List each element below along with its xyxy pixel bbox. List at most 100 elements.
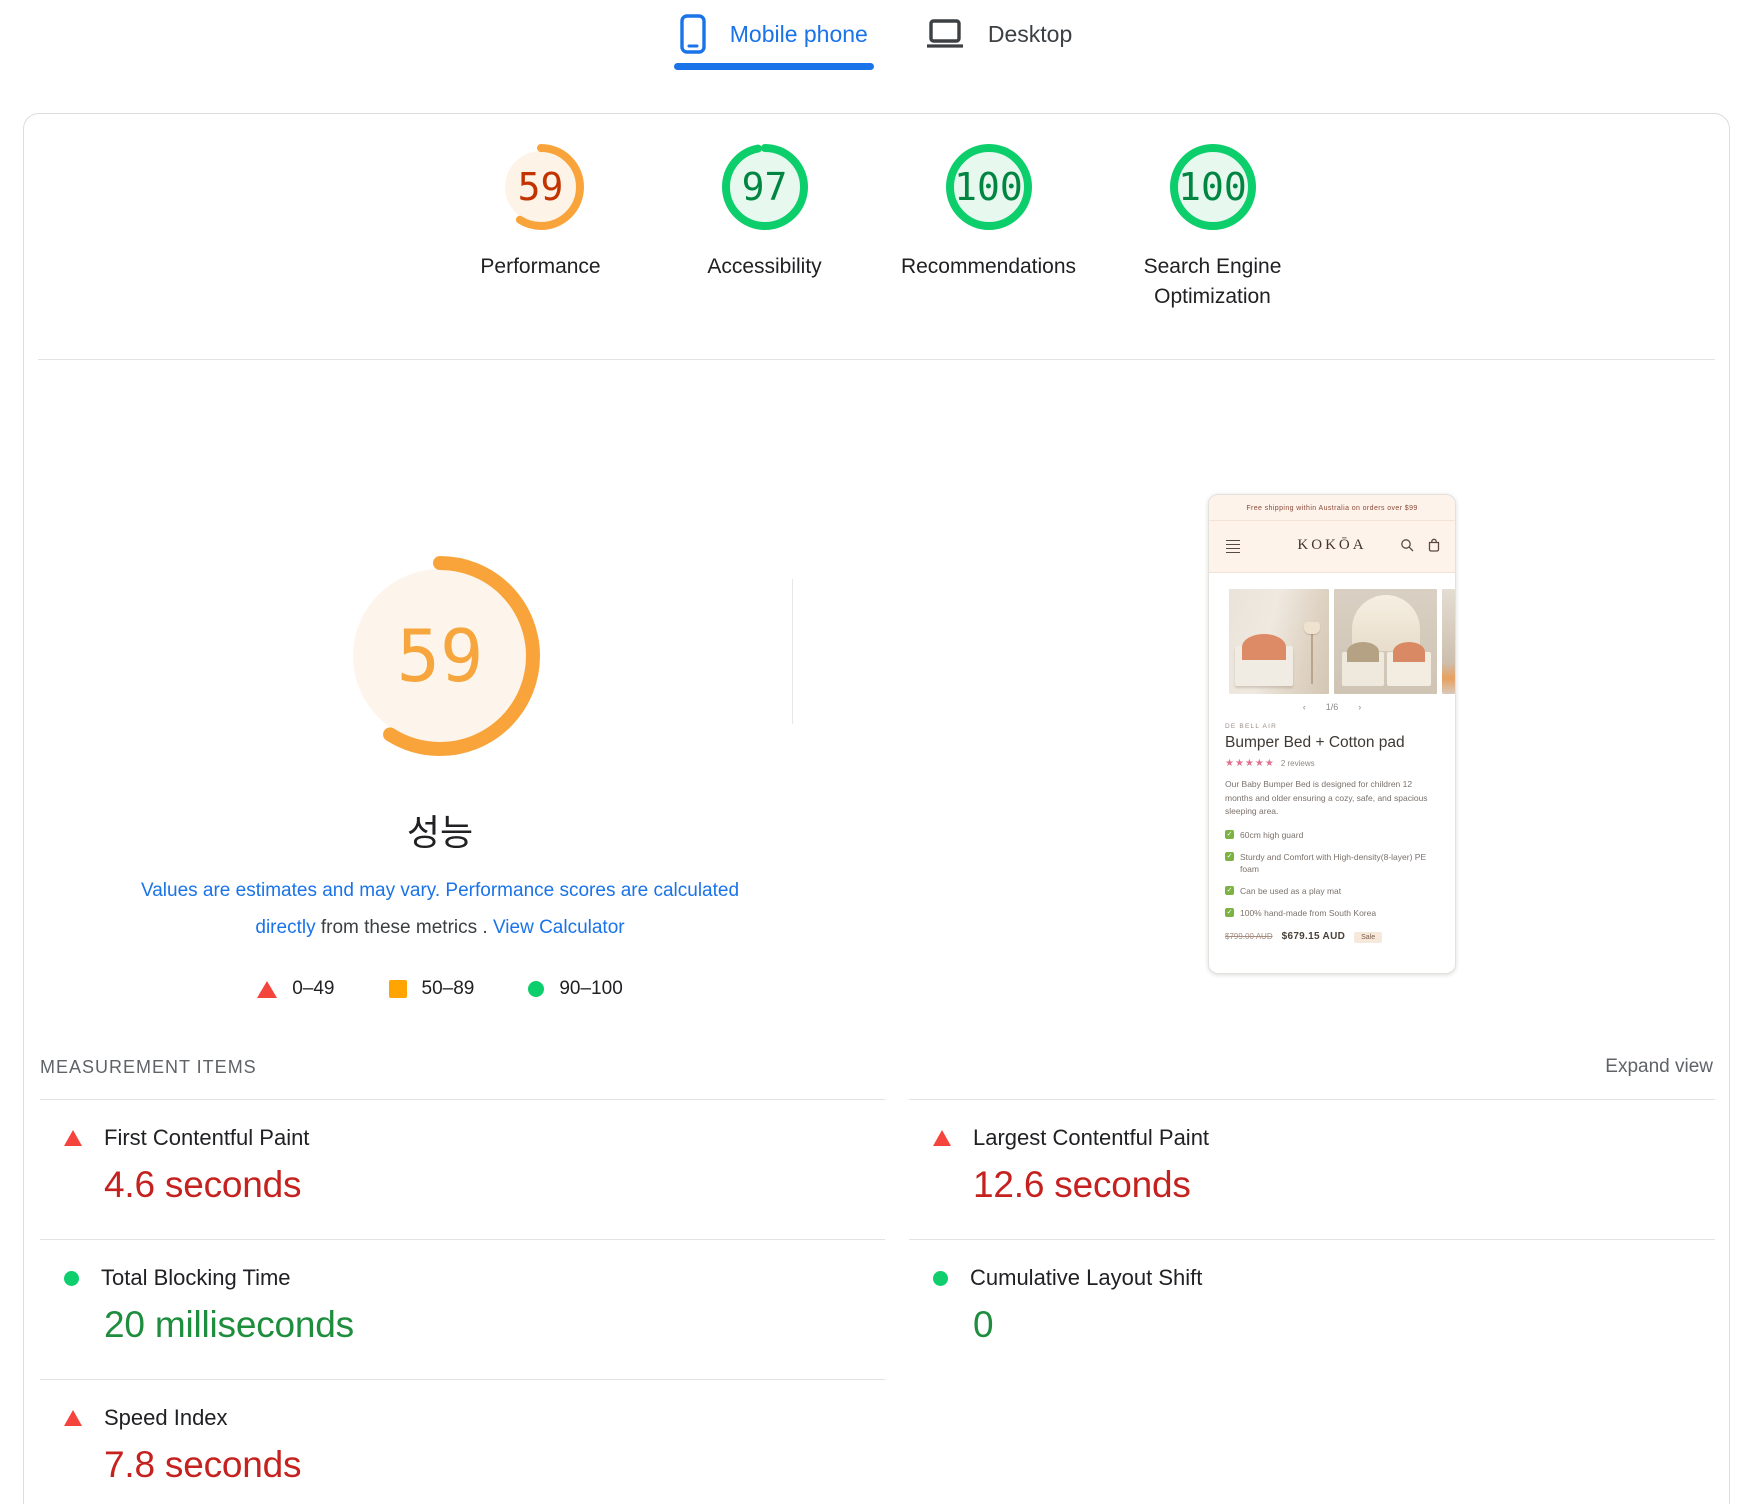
seo-score-label: Search Engine Optimization [1143, 255, 1282, 308]
report-card: 59 Performance 97 Accessibility 100 Reco… [23, 113, 1730, 1504]
pass-circle-icon [933, 1270, 948, 1286]
gallery-carousel-controls: ‹ 1/6 › [1209, 695, 1455, 719]
seo-score-value: 100 [1178, 165, 1247, 209]
metric-value: 20 milliseconds [104, 1304, 354, 1345]
accessibility-score-value: 97 [741, 165, 788, 209]
fail-triangle-icon [257, 980, 278, 998]
product-title: Bumper Bed + Cotton pad [1225, 734, 1405, 751]
recommendations-score-label: Recommendations [900, 255, 1077, 278]
metric-label: Cumulative Layout Shift [970, 1265, 1203, 1290]
legend-fail-range: 0–49 [292, 978, 335, 999]
product-description: Our Baby Bumper Bed is designed for chil… [1225, 779, 1428, 816]
shop-header: KOKŌA [1209, 521, 1455, 573]
fail-triangle-icon [933, 1130, 951, 1146]
tab-desktop-label: Desktop [987, 20, 1073, 47]
performance-score-label: Performance [480, 255, 601, 278]
tab-mobile-phone[interactable]: Mobile phone [673, 14, 874, 70]
metrics-column-left: First Contentful Paint 4.6 seconds Total… [40, 1099, 885, 1504]
metric-value: 12.6 seconds [973, 1164, 1191, 1205]
cart-bag-icon [1428, 538, 1440, 552]
metric-label: Speed Index [104, 1405, 228, 1430]
performance-gauge: 59 [497, 144, 584, 230]
metric-label: Largest Contentful Paint [973, 1125, 1210, 1150]
desktop-icon [926, 18, 964, 50]
metric-first-contentful-paint: First Contentful Paint 4.6 seconds [40, 1099, 885, 1239]
fail-triangle-icon [64, 1130, 82, 1146]
legend-pass-range: 90–100 [559, 978, 623, 999]
product-brand: DE BELL AIR [1225, 723, 1277, 730]
metric-label: First Contentful Paint [104, 1125, 310, 1150]
main-gauge-score: 59 [396, 614, 484, 698]
category-scores-row: 59 Performance 97 Accessibility 100 Reco… [24, 144, 1729, 312]
product-photo-2 [1333, 589, 1438, 694]
fail-triangle-icon [64, 1410, 82, 1426]
product-rating: ★★★★★ 2 reviews [1225, 758, 1439, 769]
current-price: $679.15 AUD [1281, 930, 1346, 942]
measurement-header: MEASUREMENT ITEMS Expand view [40, 1056, 1713, 1078]
pass-circle-icon [528, 981, 545, 997]
metric-value: 4.6 seconds [104, 1164, 302, 1205]
pagespeed-report: Mobile phone Desktop 59 Performance 97 A… [0, 0, 1752, 1504]
measurement-heading: MEASUREMENT ITEMS [40, 1056, 257, 1077]
metric-speed-index: Speed Index 7.8 seconds [40, 1379, 885, 1504]
feature-item: ✓ 100% hand-made from South Korea [1225, 907, 1377, 918]
carousel-prev-arrow[interactable]: ‹ [1303, 702, 1306, 712]
checkmark-icon: ✓ [1225, 907, 1234, 917]
tab-desktop[interactable]: Desktop [926, 18, 1072, 50]
legend-average-range: 50–89 [421, 978, 475, 999]
page-screenshot-thumbnail[interactable]: Free shipping within Australia on orders… [1208, 494, 1456, 974]
pass-circle-icon [64, 1270, 79, 1286]
mobile-phone-icon [680, 14, 706, 54]
checkmark-icon: ✓ [1225, 851, 1234, 861]
score-legend: 0–49 50–89 90–100 [110, 978, 770, 1000]
accessibility-gauge: 97 [721, 144, 808, 230]
score-performance[interactable]: 59 Performance [443, 144, 639, 312]
score-recommendations[interactable]: 100 Recommendations [891, 144, 1087, 312]
shop-header-icons [1400, 538, 1441, 552]
device-tabbar: Mobile phone Desktop [0, 14, 1752, 70]
legend-average: 50–89 [388, 978, 475, 1000]
view-calculator-link[interactable]: View Calculator [493, 917, 625, 938]
feature-item: ✓ Can be used as a play mat [1225, 885, 1342, 896]
recommendations-gauge: 100 [945, 144, 1032, 230]
accessibility-score-label: Accessibility [707, 255, 822, 278]
shop-banner: Free shipping within Australia on orders… [1209, 495, 1455, 521]
product-price-row: $799.00 AUD $679.15 AUD Sale [1225, 931, 1439, 943]
product-photo-3-edge [1442, 589, 1455, 694]
legend-fail: 0–49 [257, 978, 335, 1000]
review-count: 2 reviews [1280, 759, 1315, 768]
score-seo[interactable]: 100 Search Engine Optimization [1115, 144, 1311, 312]
seo-gauge: 100 [1169, 144, 1256, 230]
disclaimer-text: from these metrics . [315, 917, 493, 938]
performance-score-value: 59 [517, 165, 564, 209]
metrics-column-right: Largest Contentful Paint 12.6 seconds Cu… [909, 1099, 1715, 1379]
metric-value: 7.8 seconds [104, 1444, 302, 1485]
metric-largest-contentful-paint: Largest Contentful Paint 12.6 seconds [909, 1099, 1715, 1239]
carousel-next-arrow[interactable]: › [1358, 702, 1361, 712]
legend-pass: 90–100 [528, 978, 623, 1000]
recommendations-score-value: 100 [954, 165, 1023, 209]
metric-value: 0 [973, 1304, 994, 1345]
expand-view-button[interactable]: Expand view [1605, 1056, 1713, 1078]
metric-total-blocking-time: Total Blocking Time 20 milliseconds [40, 1239, 885, 1379]
carousel-counter: 1/6 [1325, 702, 1339, 712]
old-price: $799.00 AUD [1225, 931, 1273, 941]
sale-badge: Sale [1354, 931, 1383, 943]
score-accessibility[interactable]: 97 Accessibility [667, 144, 863, 312]
active-tab-underline [673, 63, 874, 70]
metric-label: Total Blocking Time [101, 1265, 291, 1290]
product-photo-1 [1229, 589, 1329, 694]
checkmark-icon: ✓ [1225, 885, 1234, 895]
star-rating-icons: ★★★★★ [1225, 758, 1275, 769]
performance-section-title: 성능 [406, 812, 474, 853]
product-info: DE BELL AIR Bumper Bed + Cotton pad ★★★★… [1209, 719, 1455, 943]
checkmark-icon: ✓ [1225, 829, 1234, 839]
search-icon [1401, 539, 1414, 552]
score-disclaimer: Values are estimates and may vary. Perfo… [110, 872, 770, 946]
product-image-gallery [1209, 573, 1455, 695]
metric-cumulative-layout-shift: Cumulative Layout Shift 0 [909, 1239, 1715, 1379]
feature-item: ✓ Sturdy and Comfort with High-density(8… [1225, 851, 1427, 874]
performance-main-gauge: 59 [340, 556, 540, 756]
feature-item: ✓ 60cm high guard [1225, 829, 1304, 840]
tab-mobile-label: Mobile phone [729, 20, 868, 47]
